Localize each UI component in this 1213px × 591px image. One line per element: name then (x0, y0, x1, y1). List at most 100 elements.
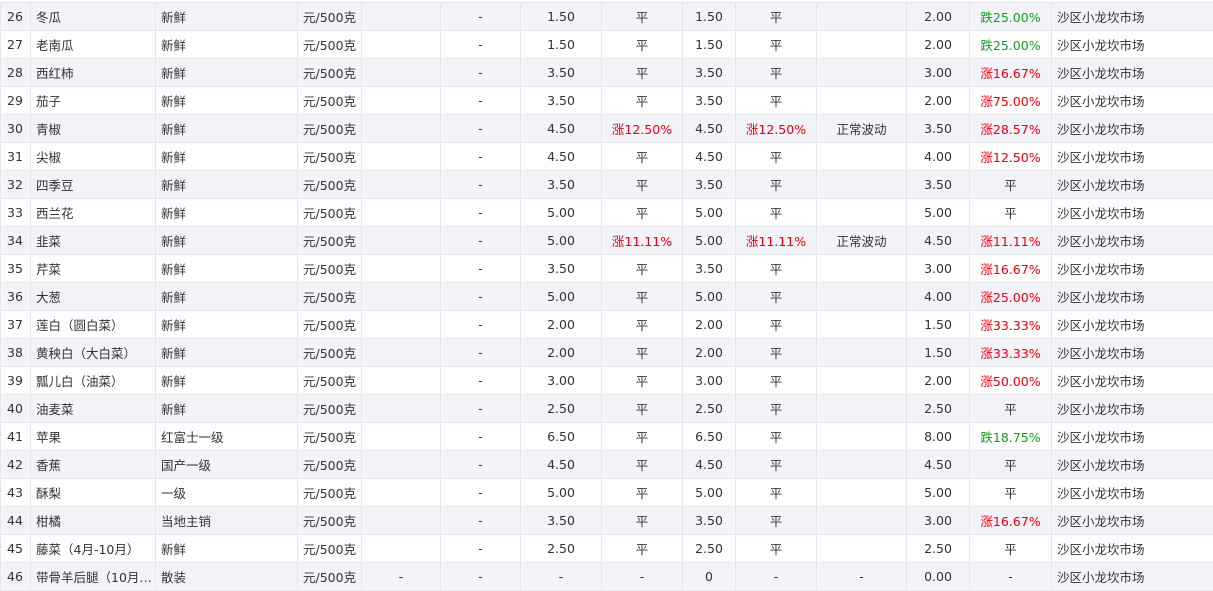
table-row: 42香蕉国产一级元/500克-4.50平4.50平4.50平沙区小龙坎市场 (1, 451, 1213, 479)
price-unit: 元/500克 (298, 199, 362, 227)
change-2: 平 (736, 199, 817, 227)
price-1: 3.50 (521, 507, 602, 535)
product-spec: 散装 (156, 563, 298, 591)
table-row: 43酥梨一级元/500克-5.00平5.00平5.00平沙区小龙坎市场 (1, 479, 1213, 507)
table-row: 46带骨羊后腿（10月…散装元/500克----0--0.00-沙区小龙坎市场 (1, 563, 1213, 591)
row-index: 29 (1, 87, 31, 115)
row-index: 42 (1, 451, 31, 479)
change-1: 平 (602, 59, 683, 87)
product-name: 莲白（圆白菜） (31, 311, 156, 339)
fluctuation-note (817, 395, 907, 423)
price-3: 3.00 (907, 507, 970, 535)
cell-col6: - (441, 535, 521, 563)
price-unit: 元/500克 (298, 311, 362, 339)
change-2: 平 (736, 479, 817, 507)
price-unit: 元/500克 (298, 423, 362, 451)
price-1: - (521, 563, 602, 591)
cell-col5 (362, 479, 441, 507)
price-3: 5.00 (907, 479, 970, 507)
price-1: 1.50 (521, 31, 602, 59)
product-name: 冬瓜 (31, 3, 156, 31)
change-1: 平 (602, 3, 683, 31)
cell-col5 (362, 115, 441, 143)
price-1: 4.50 (521, 143, 602, 171)
table-row: 38黄秧白（大白菜）新鲜元/500克-2.00平2.00平1.50涨33.33%… (1, 339, 1213, 367)
price-2: 3.50 (683, 255, 736, 283)
change-3: - (970, 563, 1052, 591)
price-3: 3.50 (907, 115, 970, 143)
price-1: 1.50 (521, 3, 602, 31)
row-index: 26 (1, 3, 31, 31)
product-name: 藤菜（4月-10月） (31, 535, 156, 563)
price-unit: 元/500克 (298, 535, 362, 563)
price-unit: 元/500克 (298, 31, 362, 59)
cell-col5 (362, 311, 441, 339)
change-3: 涨75.00% (970, 87, 1052, 115)
change-1: 平 (602, 535, 683, 563)
market-name: 沙区小龙坎市场 (1052, 143, 1213, 171)
change-1: 平 (602, 311, 683, 339)
price-1: 5.00 (521, 199, 602, 227)
change-1: 平 (602, 339, 683, 367)
change-2: 平 (736, 87, 817, 115)
price-2: 4.50 (683, 115, 736, 143)
change-1: 平 (602, 87, 683, 115)
price-unit: 元/500克 (298, 283, 362, 311)
change-3: 平 (970, 395, 1052, 423)
price-unit: 元/500克 (298, 367, 362, 395)
price-3: 2.50 (907, 395, 970, 423)
product-spec: 红富士一级 (156, 423, 298, 451)
cell-col5 (362, 59, 441, 87)
change-2: 平 (736, 171, 817, 199)
change-1: 平 (602, 395, 683, 423)
price-unit: 元/500克 (298, 507, 362, 535)
price-2: 0 (683, 563, 736, 591)
product-spec: 一级 (156, 479, 298, 507)
market-name: 沙区小龙坎市场 (1052, 563, 1213, 591)
change-1: 涨11.11% (602, 227, 683, 255)
product-spec: 新鲜 (156, 395, 298, 423)
cell-col5 (362, 367, 441, 395)
price-1: 3.50 (521, 87, 602, 115)
price-3: 3.00 (907, 59, 970, 87)
fluctuation-note (817, 87, 907, 115)
market-name: 沙区小龙坎市场 (1052, 423, 1213, 451)
price-1: 3.50 (521, 171, 602, 199)
product-name: 芹菜 (31, 255, 156, 283)
fluctuation-note (817, 423, 907, 451)
product-spec: 新鲜 (156, 59, 298, 87)
change-2: 平 (736, 3, 817, 31)
cell-col5: - (362, 563, 441, 591)
price-3: 3.00 (907, 255, 970, 283)
change-3: 涨16.67% (970, 255, 1052, 283)
product-name: 酥梨 (31, 479, 156, 507)
fluctuation-note (817, 199, 907, 227)
change-1: 平 (602, 423, 683, 451)
price-3: 2.00 (907, 87, 970, 115)
change-3: 涨50.00% (970, 367, 1052, 395)
change-2: 平 (736, 59, 817, 87)
price-3: 3.50 (907, 171, 970, 199)
fluctuation-note (817, 283, 907, 311)
change-2: 平 (736, 283, 817, 311)
market-name: 沙区小龙坎市场 (1052, 395, 1213, 423)
table-row: 30青椒新鲜元/500克-4.50涨12.50%4.50涨12.50%正常波动3… (1, 115, 1213, 143)
price-unit: 元/500克 (298, 171, 362, 199)
fluctuation-note: 正常波动 (817, 227, 907, 255)
row-index: 40 (1, 395, 31, 423)
price-3: 2.50 (907, 535, 970, 563)
cell-col5 (362, 395, 441, 423)
price-2: 6.50 (683, 423, 736, 451)
price-2: 3.50 (683, 59, 736, 87)
cell-col5 (362, 87, 441, 115)
table-row: 44柑橘当地主销元/500克-3.50平3.50平3.00涨16.67%沙区小龙… (1, 507, 1213, 535)
change-2: 平 (736, 31, 817, 59)
cell-col6: - (441, 283, 521, 311)
change-3: 涨16.67% (970, 59, 1052, 87)
price-2: 1.50 (683, 3, 736, 31)
market-name: 沙区小龙坎市场 (1052, 3, 1213, 31)
cell-col6: - (441, 199, 521, 227)
fluctuation-note (817, 3, 907, 31)
market-name: 沙区小龙坎市场 (1052, 535, 1213, 563)
change-3: 平 (970, 451, 1052, 479)
